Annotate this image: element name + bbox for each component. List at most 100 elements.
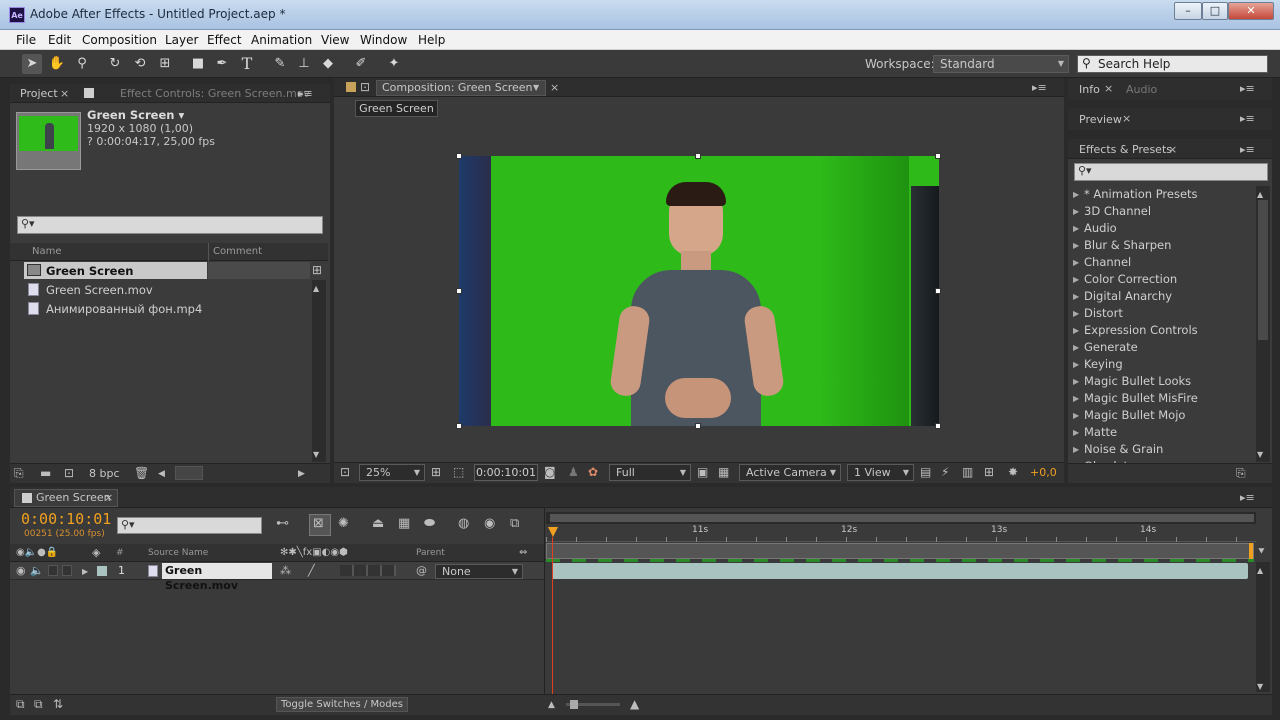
always-preview-icon[interactable]: ⊡ — [340, 465, 350, 479]
toggle-pixel-aspect-icon[interactable]: ▤ — [920, 465, 931, 479]
menu-effect[interactable]: Effect — [207, 33, 242, 47]
layer-duration-bar[interactable] — [552, 563, 1248, 579]
effects-scroll-thumb[interactable] — [1258, 200, 1268, 340]
panel-menu-icon[interactable]: ▸≡ — [1240, 143, 1255, 157]
disclosure-triangle-icon[interactable]: ▶ — [1073, 292, 1079, 301]
effects-category-item[interactable]: Distort — [1084, 306, 1123, 323]
magnification-select[interactable]: 25% — [359, 464, 425, 481]
comp-mini-flowchart-icon[interactable]: ⊷ — [276, 517, 289, 531]
motion-blur-icon[interactable]: ▦ — [398, 517, 410, 531]
panel-menu-icon[interactable]: ▸≡ — [1240, 491, 1255, 505]
interpret-footage-icon[interactable]: ⎘ — [14, 466, 24, 480]
new-preset-icon[interactable]: ⎘ — [1236, 466, 1246, 480]
disclosure-triangle-icon[interactable]: ▶ — [1073, 241, 1079, 250]
audio-icon[interactable]: 🔈 — [30, 564, 44, 578]
menu-edit[interactable]: Edit — [48, 33, 71, 47]
effects-category-item[interactable]: Matte — [1084, 425, 1117, 442]
close-tab-icon[interactable]: × — [104, 491, 113, 505]
pan-behind-tool-icon[interactable]: ⊞ — [155, 54, 175, 74]
effects-category-item[interactable]: Keying — [1084, 357, 1123, 374]
column-parent[interactable]: Parent — [416, 548, 445, 558]
eraser-tool-icon[interactable]: ◆ — [318, 54, 338, 74]
lock-toggle[interactable] — [62, 565, 72, 576]
disclosure-triangle-icon[interactable]: ▶ — [1073, 377, 1079, 386]
transform-handle[interactable] — [456, 423, 462, 429]
effects-category-item[interactable]: Channel — [1084, 255, 1131, 272]
tab-timeline[interactable]: Green Screen — [36, 488, 111, 507]
pen-tool-icon[interactable]: ✒ — [212, 54, 232, 74]
new-folder-icon[interactable]: ▬ — [40, 466, 51, 480]
flowchart-icon[interactable]: ⊞ — [984, 465, 994, 479]
transform-handle[interactable] — [935, 153, 941, 159]
project-row-comp[interactable]: Green Screen — [46, 264, 133, 278]
layer-label-color[interactable] — [97, 566, 107, 576]
menu-composition[interactable]: Composition — [82, 33, 157, 47]
composition-viewer[interactable] — [459, 156, 939, 426]
project-hscroll-thumb[interactable] — [175, 466, 203, 480]
panel-menu-icon[interactable]: ▸≡ — [1240, 82, 1255, 96]
chevron-down-icon[interactable]: ▼ — [533, 81, 539, 95]
disclosure-triangle-icon[interactable]: ▶ — [1073, 275, 1079, 284]
transform-handle[interactable] — [695, 153, 701, 159]
effects-category-item[interactable]: Color Correction — [1084, 272, 1177, 289]
show-snapshot-icon[interactable]: ♟ — [568, 465, 579, 479]
expand-layer-icon[interactable]: ▶ — [82, 565, 88, 579]
rectangle-tool-icon[interactable]: ■ — [188, 54, 208, 74]
current-time-field[interactable]: 0:00:10:01 — [474, 464, 538, 481]
close-button[interactable]: ✕ — [1228, 2, 1274, 20]
disclosure-triangle-icon[interactable]: ▶ — [1073, 445, 1079, 454]
transform-handle[interactable] — [456, 153, 462, 159]
menu-file[interactable]: File — [16, 33, 36, 47]
disclosure-triangle-icon[interactable]: ▶ — [1073, 428, 1079, 437]
frame-blending-icon[interactable]: ⏏ — [372, 517, 384, 531]
project-search-input[interactable] — [17, 216, 323, 234]
transform-handle[interactable] — [935, 288, 941, 294]
mask-visibility-icon[interactable]: ⬚ — [453, 465, 464, 479]
project-row-footage-2[interactable]: Анимированный фон.mp4 — [46, 302, 202, 316]
safe-zones-icon[interactable]: ⊞ — [431, 465, 441, 479]
disclosure-triangle-icon[interactable]: ▶ — [1073, 394, 1079, 403]
close-tab-icon[interactable]: × — [60, 87, 69, 101]
close-tab-icon[interactable]: × — [1122, 112, 1131, 126]
trash-icon[interactable]: 🗑 — [134, 466, 149, 480]
zoom-slider-thumb[interactable] — [570, 700, 578, 709]
effects-category-item[interactable]: Generate — [1084, 340, 1138, 357]
selection-tool-icon[interactable]: ➤ — [22, 54, 42, 74]
transform-handle[interactable] — [935, 423, 941, 429]
reset-exposure-icon[interactable]: ✸ — [1008, 465, 1018, 479]
timeline-icon[interactable]: ▥ — [962, 465, 973, 479]
timeline-search-input[interactable] — [117, 517, 262, 534]
disclosure-triangle-icon[interactable]: ▶ — [1073, 309, 1079, 318]
layer-switches[interactable] — [340, 565, 396, 576]
hand-tool-icon[interactable]: ✋ — [47, 54, 67, 74]
column-name[interactable]: Name — [32, 246, 62, 257]
maximize-button[interactable]: □ — [1202, 2, 1228, 20]
scroll-left-icon[interactable]: ◀ — [158, 467, 165, 481]
clone-stamp-tool-icon[interactable]: ⊥ — [294, 54, 314, 74]
work-area-end[interactable] — [1249, 543, 1253, 559]
effects-category-item[interactable]: * Animation Presets — [1084, 187, 1198, 204]
effects-category-item[interactable]: Magic Bullet Mojo — [1084, 408, 1185, 425]
hide-shy-icon[interactable]: ⧉ — [510, 517, 519, 531]
brainstorm-icon[interactable]: ⬬ — [424, 517, 435, 531]
quality-icon[interactable]: ╱ — [308, 564, 315, 578]
effects-category-item[interactable]: Expression Controls — [1084, 323, 1198, 340]
expand-switches-icon[interactable]: ⧉ — [16, 697, 25, 711]
scroll-up-icon[interactable]: ▲ — [1257, 564, 1263, 578]
project-item-name[interactable]: Green Screen ▾ — [87, 108, 184, 122]
tab-project[interactable]: Project — [20, 84, 58, 103]
parent-select[interactable]: None — [435, 564, 523, 579]
shy-layers-icon[interactable]: ✺ — [338, 517, 349, 531]
disclosure-triangle-icon[interactable]: ▶ — [1073, 258, 1079, 267]
channel-icon[interactable]: ✿ — [588, 465, 598, 479]
graph-editor-icon[interactable]: ◉ — [484, 517, 495, 531]
menu-animation[interactable]: Animation — [251, 33, 312, 47]
work-area-bar[interactable] — [550, 514, 1254, 522]
menu-help[interactable]: Help — [418, 33, 445, 47]
comp-button-icon[interactable]: ⯆ — [1257, 545, 1266, 559]
search-help-input[interactable]: Search Help — [1077, 55, 1268, 73]
comp-breadcrumb[interactable]: Green Screen — [355, 100, 438, 117]
effects-search-input[interactable] — [1074, 163, 1268, 181]
type-tool-icon[interactable]: T — [237, 54, 257, 74]
zoom-out-icon[interactable]: ▲ — [548, 698, 555, 712]
